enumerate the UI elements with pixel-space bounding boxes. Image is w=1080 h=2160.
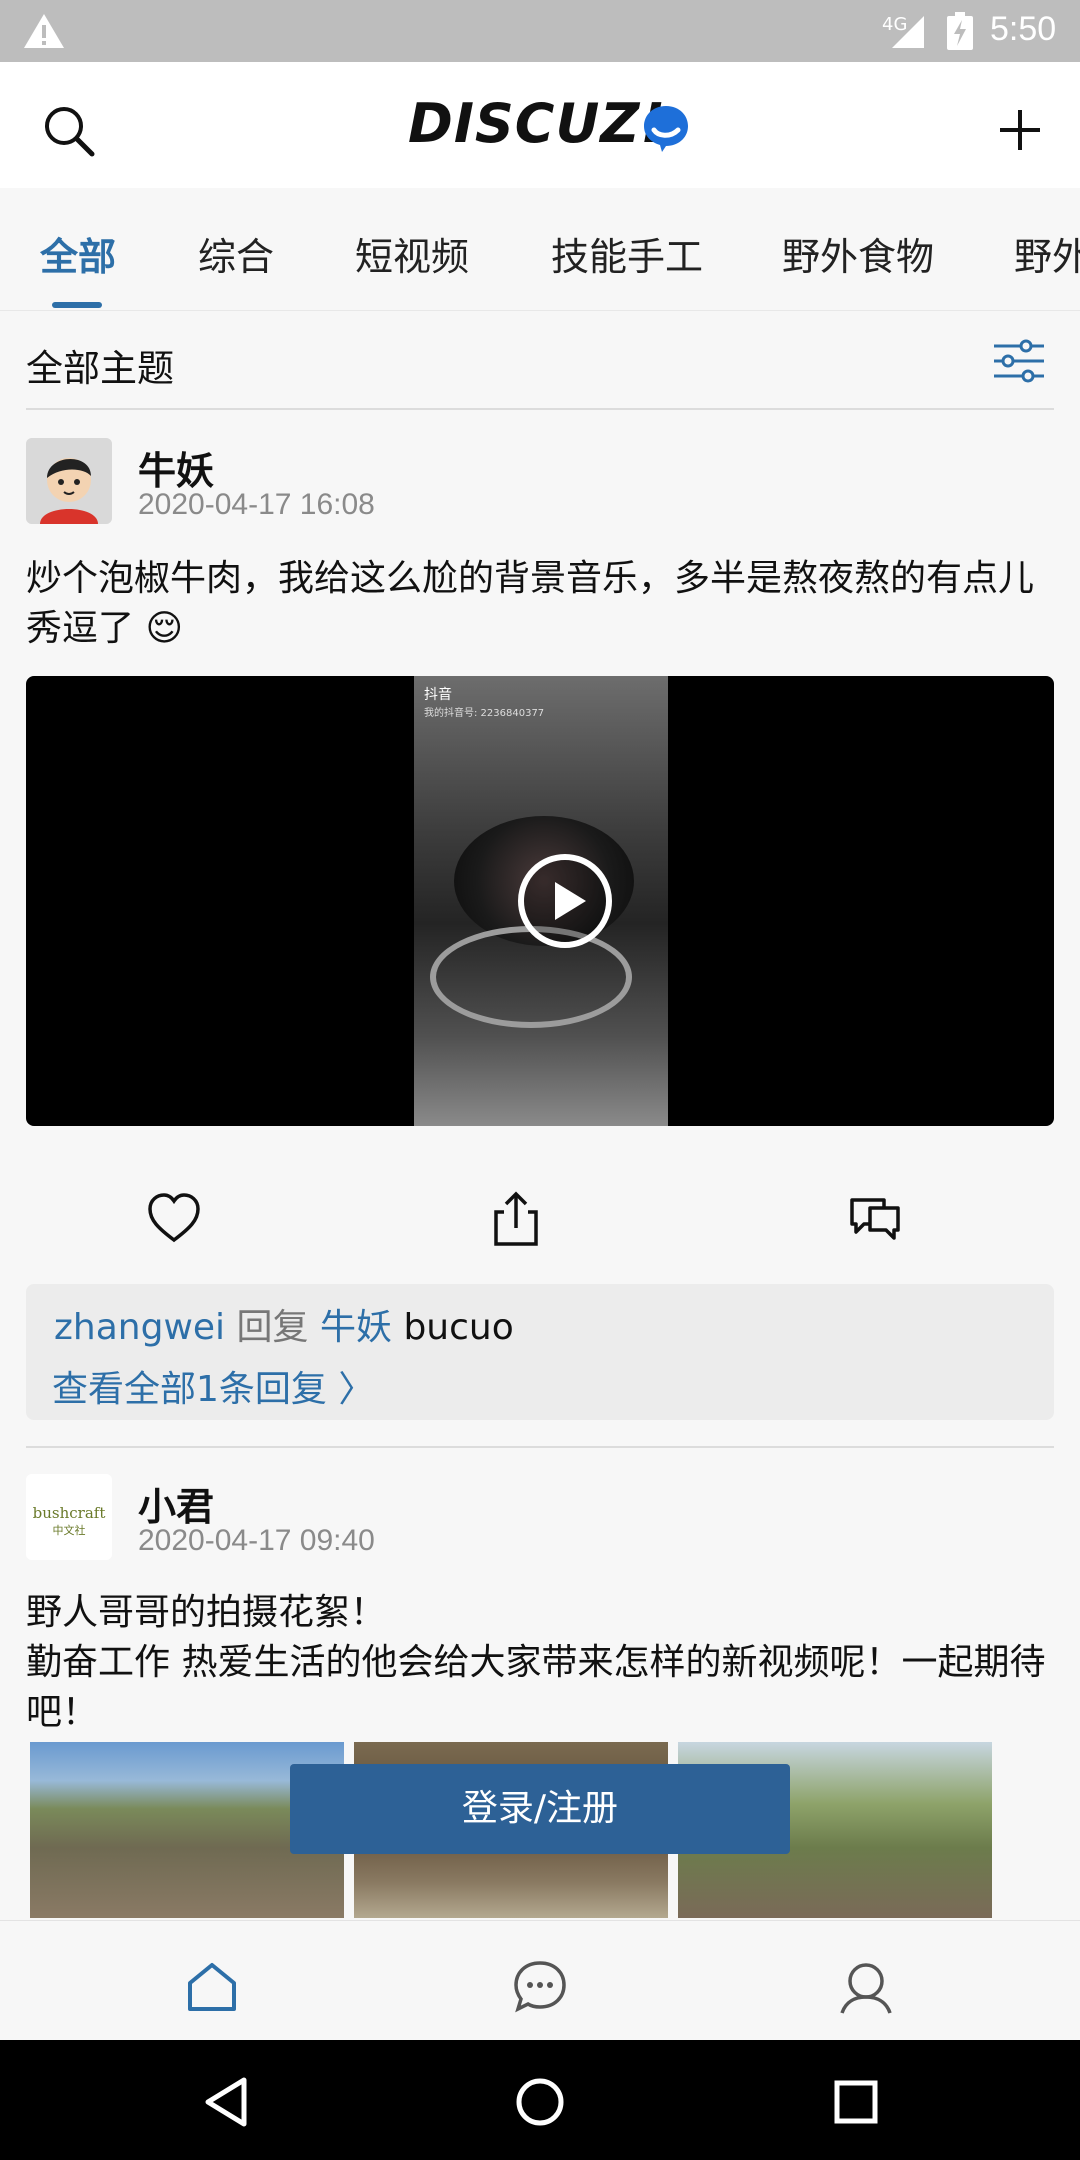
category-tabs: 全部 综合 短视频 技能手工 野外食物 野外 xyxy=(0,190,1080,311)
logo-bubble-icon xyxy=(644,106,688,152)
app-header: DISCUZ! xyxy=(0,62,1080,188)
filter-icon[interactable] xyxy=(992,338,1046,384)
warning-icon xyxy=(24,14,64,48)
avatar[interactable]: bushcraft 中文社 xyxy=(26,1474,112,1560)
reply-text: bucuo xyxy=(403,1307,514,1348)
reply-preview: zhangwei 回复 牛妖 bucuo 查看全部1条回复 〉 xyxy=(26,1284,1054,1420)
video-watermark-sub: 我的抖音号: 2236840377 xyxy=(424,708,545,719)
video-player[interactable]: 抖音 我的抖音号: 2236840377 xyxy=(26,676,1054,1126)
tab-outdoor[interactable]: 野外 xyxy=(1014,226,1080,281)
post-text-line-2: 勤奋工作 热爱生活的他会给大家带来怎样的新视频呢！一起期待吧！ xyxy=(26,1642,1046,1733)
tab-wild-food[interactable]: 野外食物 xyxy=(782,226,934,281)
tab-short-video[interactable]: 短视频 xyxy=(355,226,469,281)
avatar[interactable] xyxy=(26,438,112,524)
bottom-navigation xyxy=(0,1920,1080,2041)
profile-icon[interactable] xyxy=(836,1957,896,2017)
add-post-icon[interactable] xyxy=(996,106,1044,154)
post-author[interactable]: 牛妖 xyxy=(138,440,214,495)
post-text-line-1: 野人哥哥的拍摄花絮！ xyxy=(26,1592,387,1633)
recents-icon[interactable] xyxy=(828,2074,884,2130)
section-divider xyxy=(26,408,1054,410)
post-date: 2020-04-17 09:40 xyxy=(138,1524,375,1557)
home-circle-icon[interactable] xyxy=(512,2074,568,2130)
video-watermark: 抖音 xyxy=(424,687,452,703)
post-text: 炒个泡椒牛肉，我给这么尬的背景音乐，多半是熬夜熬的有点儿秀逗了 😌 xyxy=(26,558,1035,649)
post-date: 2020-04-17 16:08 xyxy=(138,488,375,521)
battery-charging-icon xyxy=(947,12,973,50)
bushcraft-logo-avatar: bushcraft 中文社 xyxy=(26,1474,112,1560)
like-icon[interactable] xyxy=(146,1190,202,1246)
signal-icon xyxy=(892,16,924,48)
section-title: 全部主题 xyxy=(26,347,174,390)
section-header: 全部主题 xyxy=(0,312,1080,410)
svg-text:bushcraft: bushcraft xyxy=(33,1504,106,1522)
messages-icon[interactable] xyxy=(510,1957,570,2017)
reply-verb: 回复 xyxy=(236,1307,309,1348)
status-bar: 4G 5:50 xyxy=(0,0,1080,62)
login-register-button[interactable]: 登录/注册 xyxy=(290,1764,790,1854)
reply-line: zhangwei 回复 牛妖 bucuo xyxy=(54,1298,514,1350)
tab-general[interactable]: 综合 xyxy=(198,226,274,281)
home-icon[interactable] xyxy=(182,1957,242,2017)
app-logo: DISCUZ! xyxy=(408,92,667,155)
search-icon[interactable] xyxy=(40,102,96,158)
play-icon[interactable] xyxy=(516,852,614,950)
active-tab-indicator xyxy=(52,302,102,308)
back-icon[interactable] xyxy=(200,2074,256,2130)
reply-to-user[interactable]: 牛妖 xyxy=(320,1307,392,1348)
post-divider xyxy=(26,1446,1054,1448)
system-navigation-bar xyxy=(0,2040,1080,2160)
comment-icon[interactable] xyxy=(846,1190,902,1246)
reply-from-user[interactable]: zhangwei xyxy=(54,1307,225,1348)
share-icon[interactable] xyxy=(488,1190,544,1246)
tab-skills-crafts[interactable]: 技能手工 xyxy=(551,226,703,281)
cartoon-avatar-icon xyxy=(26,438,112,524)
post-actions xyxy=(0,1150,1080,1270)
clock: 5:50 xyxy=(990,10,1057,48)
svg-text:中文社: 中文社 xyxy=(53,1523,86,1537)
view-all-replies-link[interactable]: 查看全部1条回复 〉 xyxy=(52,1360,374,1412)
post-author[interactable]: 小君 xyxy=(138,1476,214,1531)
tab-all[interactable]: 全部 xyxy=(40,226,116,281)
